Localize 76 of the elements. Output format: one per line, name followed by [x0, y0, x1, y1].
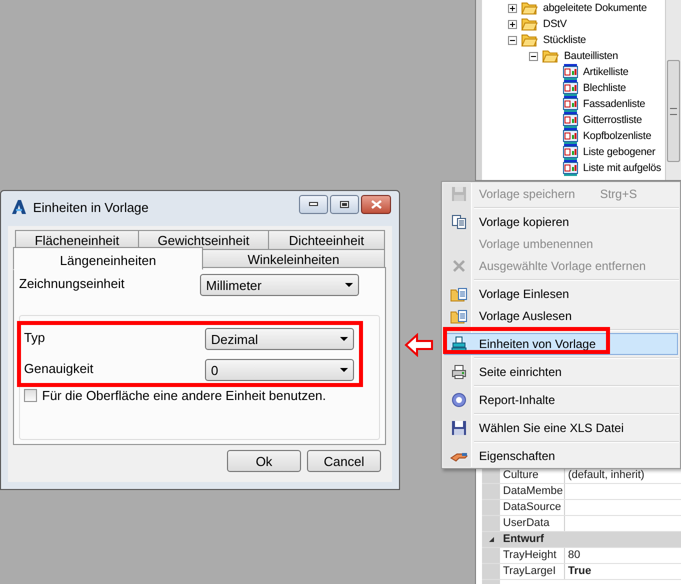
menu-item[interactable]: Report-Inhalte — [444, 389, 678, 411]
property-name: UserData — [500, 516, 565, 531]
category-label: Entwurf — [502, 532, 544, 547]
report-icon — [563, 80, 578, 96]
menu-item[interactable]: Eigenschaften — [444, 445, 678, 467]
property-value[interactable]: (default, inherit) — [565, 468, 681, 483]
collapse-icon[interactable] — [529, 52, 538, 60]
report-icon — [563, 96, 578, 112]
report-icon — [563, 144, 578, 160]
maximize-icon — [340, 200, 349, 208]
property-name: TrayHeight — [500, 548, 565, 563]
folder-icon — [521, 1, 538, 15]
collapse-icon[interactable] — [488, 536, 494, 543]
dialog-button[interactable]: Cancel — [307, 450, 381, 472]
report-icon — [563, 160, 578, 176]
tree-item[interactable]: Kopfbolzenliste — [582, 130, 652, 142]
tree-item[interactable]: abgeleitete Dokumente — [542, 2, 648, 14]
menu-item[interactable]: Seite einrichten — [444, 361, 678, 383]
close-icon — [370, 200, 382, 208]
field-label: Zeichnungseinheit — [19, 275, 125, 291]
printer-icon — [451, 364, 467, 380]
field-label: Typ — [24, 329, 45, 345]
report-icon — [563, 64, 578, 80]
tree-item[interactable]: Bauteillisten — [563, 50, 620, 62]
report-icon — [563, 128, 578, 144]
close-button[interactable] — [361, 194, 391, 214]
scrollbar[interactable] — [665, 0, 681, 180]
tree-item[interactable]: Liste gebogener — [582, 146, 656, 158]
maximize-button[interactable] — [330, 194, 359, 214]
folder-document-icon — [450, 307, 468, 325]
dropdown-arrow-icon — [340, 337, 348, 341]
property-value[interactable]: 80 — [565, 548, 681, 563]
app-logo-icon — [11, 199, 27, 215]
tab[interactable]: Winkeleinheiten — [202, 249, 385, 268]
field-label: Genauigkeit — [24, 360, 94, 376]
close-icon — [451, 258, 467, 274]
minimize-button[interactable] — [299, 194, 328, 214]
property-name: DataSource — [500, 500, 565, 515]
tree-item[interactable]: Blechliste — [582, 82, 627, 94]
tree-item[interactable]: Artikelliste — [582, 66, 630, 78]
menu-item[interactable]: Vorlage Einlesen — [444, 283, 678, 305]
format-dropdown[interactable]: Dezimal — [205, 328, 354, 350]
minimize-icon — [309, 202, 318, 206]
tab[interactable]: Gewichtseinheit — [138, 230, 269, 249]
menu-item[interactable]: Vorlage kopieren — [444, 211, 678, 233]
menu-item[interactable]: Wählen Sie eine XLS Datei — [444, 417, 678, 439]
tree-item[interactable]: Stückliste — [542, 34, 587, 46]
window-title: Einheiten in Vorlage — [33, 200, 150, 214]
expand-icon[interactable] — [508, 4, 517, 12]
folder-icon — [521, 33, 538, 47]
dropdown-arrow-icon — [340, 368, 348, 372]
tree-item[interactable]: Liste mit aufgelös — [582, 162, 662, 174]
dialog-button[interactable]: Ok — [227, 450, 301, 472]
tree-item[interactable]: Fassadenliste — [582, 98, 646, 110]
tree-item[interactable]: Gitterrostliste — [582, 114, 643, 126]
folder-icon — [521, 17, 538, 31]
menu-item[interactable]: Vorlage Auslesen — [444, 305, 678, 327]
collapse-icon[interactable] — [508, 36, 517, 44]
checkbox-label: Für die Oberfläche eine andere Einheit benutzen. — [42, 388, 326, 403]
property-value[interactable]: True — [565, 564, 681, 579]
tab[interactable]: Dichteeinheit — [268, 230, 385, 249]
copy-icon — [451, 214, 467, 230]
folder-icon — [542, 49, 559, 63]
report-icon — [563, 112, 578, 128]
dropdown-arrow-icon — [345, 283, 353, 287]
unit-dropdown[interactable]: Millimeter — [200, 274, 359, 296]
tab[interactable]: Längeneinheiten — [13, 247, 203, 270]
tree-item[interactable]: DStV — [542, 18, 568, 30]
checkbox[interactable] — [24, 389, 37, 402]
folder-document-icon — [450, 285, 468, 303]
expand-icon[interactable] — [508, 20, 517, 28]
property-name: DataMembe — [500, 484, 565, 499]
format-dropdown[interactable]: 0 — [205, 359, 354, 381]
shortcut-label: Strg+S — [600, 187, 638, 201]
scale-icon — [451, 336, 467, 352]
property-name: TrayLargeI — [500, 564, 565, 579]
